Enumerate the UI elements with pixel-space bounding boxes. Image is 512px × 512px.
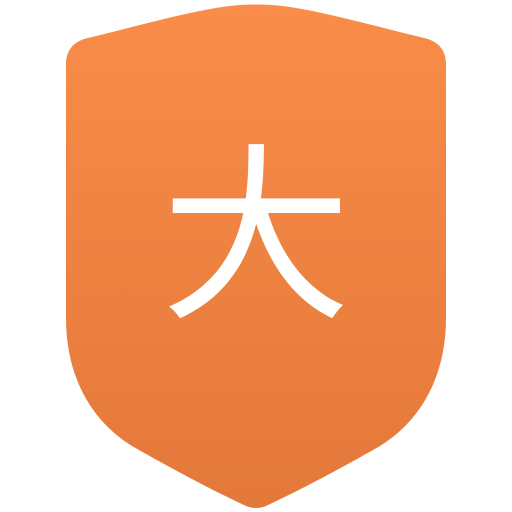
app-icon: 大 — [0, 0, 512, 512]
badge-glyph: 大 — [161, 128, 351, 349]
shield-badge: 大 — [66, 4, 446, 508]
